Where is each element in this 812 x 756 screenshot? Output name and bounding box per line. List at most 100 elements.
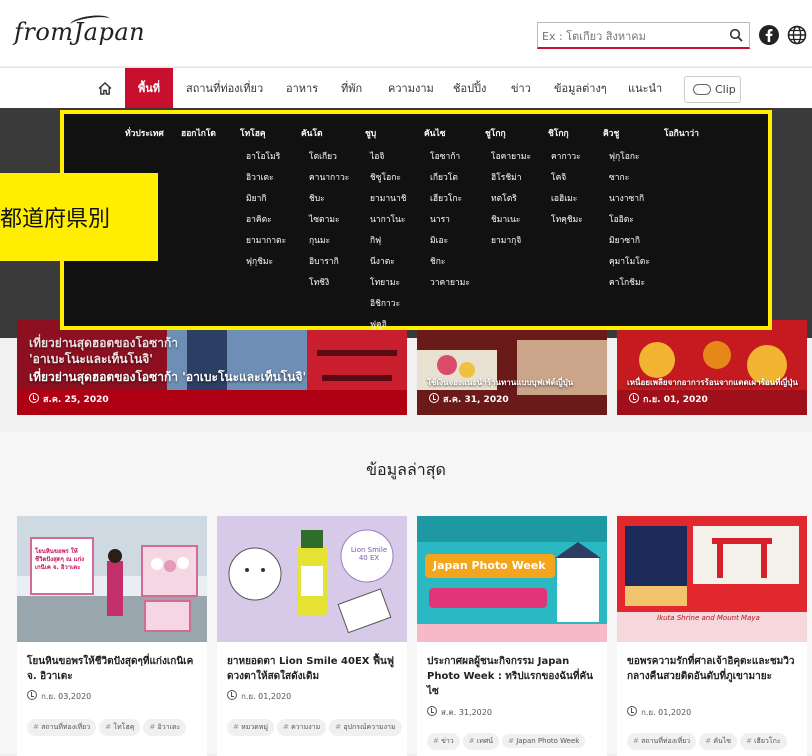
- article-card-4[interactable]: Ikuta Shrine and Mount Maya ขอพรความรักท…: [617, 516, 807, 756]
- region-item[interactable]: ยามากาตะ: [246, 233, 286, 247]
- region-item[interactable]: โทยามะ: [370, 275, 400, 289]
- nav-item-food[interactable]: อาหาร: [286, 68, 318, 109]
- nav-item-area[interactable]: พื้นที่: [125, 68, 173, 109]
- region-item[interactable]: วาคายามะ: [430, 275, 470, 289]
- region-item[interactable]: โคจิ: [551, 170, 566, 184]
- region-item[interactable]: ฟุกุโอกะ: [609, 149, 640, 163]
- region-item[interactable]: นากาโนะ: [370, 212, 405, 226]
- tag-chip[interactable]: อุปกรณ์ความงาม: [329, 719, 402, 736]
- region-item[interactable]: ชิมาเนะ: [491, 212, 520, 226]
- tag-chip[interactable]: โทโฮคุ: [99, 719, 141, 736]
- article-title-2[interactable]: ยาหยอดตา Lion Smile 40EX ฟื้นฟูดวงตาให้ส…: [227, 654, 399, 684]
- region-item[interactable]: นารา: [430, 212, 450, 226]
- region-item[interactable]: ฟุคุอิ: [370, 317, 387, 331]
- region-item[interactable]: มิยาซากิ: [609, 233, 640, 247]
- region-item[interactable]: นางาซากิ: [609, 191, 644, 205]
- region-item[interactable]: โออิตะ: [609, 212, 634, 226]
- article-card-2[interactable]: Lion Smile 40 EX ยาหยอดตา Lion Smile 40E…: [217, 516, 407, 756]
- article-card-1[interactable]: โยนหินขอพร ให้ชีวิตปังสุดๆ ณ แก่งเกนิเค …: [17, 516, 207, 756]
- region-item[interactable]: คากาวะ: [551, 149, 581, 163]
- region-item[interactable]: ยามานาชิ: [370, 191, 406, 205]
- nav-item-attractions[interactable]: สถานที่ท่องเที่ยว: [186, 68, 263, 109]
- region-head-kanto[interactable]: คันโต: [301, 126, 323, 140]
- region-item[interactable]: อาโอโมริ: [246, 149, 280, 163]
- tag-chip[interactable]: ข่าว: [427, 733, 460, 750]
- search-icon[interactable]: [729, 28, 743, 42]
- region-head-kansai[interactable]: คันไซ: [424, 126, 446, 140]
- region-item[interactable]: มิเอะ: [430, 233, 448, 247]
- region-head-shikoku[interactable]: ชิโกกุ: [548, 126, 569, 140]
- nav-item-recommend[interactable]: แนะนำ: [628, 68, 662, 109]
- region-item[interactable]: ฟุกุชิมะ: [246, 254, 273, 268]
- article-title-4[interactable]: ขอพรความรักที่ศาลเจ้าอิคุตะและชมวิวกลางค…: [627, 654, 799, 684]
- region-item[interactable]: ชิกะ: [430, 254, 445, 268]
- region-item[interactable]: คุมาโมโตะ: [609, 254, 650, 268]
- article-title-1[interactable]: โยนหินขอพรให้ชีวิตปังสุดๆที่แก่งเกนิเค จ…: [27, 654, 199, 684]
- region-item[interactable]: คาโกชิมะ: [609, 275, 645, 289]
- tag-chip[interactable]: Japan Photo Week: [502, 734, 586, 748]
- clip-button[interactable]: Clip: [684, 76, 741, 103]
- region-head-kyushu[interactable]: คิวชู: [603, 126, 619, 140]
- tag-chip[interactable]: เฮียวโกะ: [740, 733, 787, 750]
- region-item[interactable]: ชิบะ: [309, 191, 325, 205]
- tag-chip[interactable]: สถานที่ท่องเที่ยว: [627, 733, 697, 750]
- nav-item-news[interactable]: ข่าว: [511, 68, 531, 109]
- region-item[interactable]: ทตโตริ: [491, 191, 517, 205]
- region-item[interactable]: เอฮิเมะ: [551, 191, 577, 205]
- region-item[interactable]: กุนมะ: [309, 233, 330, 247]
- region-item[interactable]: อิวาเตะ: [246, 170, 274, 184]
- region-item[interactable]: ยามากุจิ: [491, 233, 521, 247]
- article-image-4: [617, 516, 807, 642]
- article-card-3[interactable]: Japan Photo Week ประกาศผลผู้ชนะกิจกรรม J…: [417, 516, 607, 756]
- facebook-icon[interactable]: [758, 24, 780, 46]
- region-item[interactable]: กิฟุ: [370, 233, 381, 247]
- region-item[interactable]: โอซาก้า: [430, 149, 460, 163]
- region-item[interactable]: อิบารากิ: [309, 254, 339, 268]
- region-item[interactable]: เกียวโต: [430, 170, 458, 184]
- region-head-okinawa[interactable]: โอกินาว่า: [664, 126, 699, 140]
- region-item[interactable]: มิยากิ: [246, 191, 267, 205]
- search-box[interactable]: [537, 22, 750, 49]
- region-head-nationwide[interactable]: ทั่วประเทศ: [125, 126, 164, 140]
- article-tags-1: สถานที่ท่องเที่ยวโทโฮคุอิวาเตะ: [27, 714, 207, 740]
- region-item[interactable]: ชิซูโอกะ: [370, 170, 401, 184]
- featured-card-1[interactable]: เที่ยวย่านสุดฮอตของโอซาก้า 'อาเบะโนะและเ…: [17, 320, 407, 415]
- region-annotation-label: 都道府県別: [0, 173, 158, 261]
- region-item[interactable]: โทชิงิ: [309, 275, 329, 289]
- region-item[interactable]: ซากะ: [609, 170, 629, 184]
- nav-item-shopping[interactable]: ช้อปปิ้ง: [453, 68, 486, 109]
- nav-item-accommodation[interactable]: ที่พัก: [341, 68, 362, 109]
- site-header: fromJapan: [0, 0, 812, 66]
- region-item[interactable]: คานากาวะ: [309, 170, 349, 184]
- article-title-3[interactable]: ประกาศผลผู้ชนะกิจกรรม Japan Photo Week :…: [427, 654, 599, 699]
- tag-chip[interactable]: สถานที่ท่องเที่ยว: [27, 719, 97, 736]
- tag-chip[interactable]: อิวาเตะ: [143, 719, 187, 736]
- tag-chip[interactable]: ความงาม: [277, 719, 327, 736]
- region-item[interactable]: ฮิโรชิม่า: [491, 170, 521, 184]
- region-item[interactable]: โอคายามะ: [491, 149, 531, 163]
- tag-chip[interactable]: หมวดหมู่: [227, 719, 275, 736]
- region-head-tohoku[interactable]: โทโฮคุ: [240, 126, 266, 140]
- featured-card-3[interactable]: เหนื่อยเพลียจากอาการร้อนจากแดดเผาร้อนที่…: [617, 320, 807, 415]
- region-item[interactable]: ไอจิ: [370, 149, 384, 163]
- region-item[interactable]: ไซตามะ: [309, 212, 340, 226]
- nav-item-beauty[interactable]: ความงาม: [388, 68, 434, 109]
- search-input[interactable]: [542, 27, 722, 45]
- globe-icon[interactable]: [786, 24, 808, 46]
- tag-chip[interactable]: เทศน์: [462, 733, 500, 750]
- nav-item-info[interactable]: ข้อมูลต่างๆ: [554, 68, 607, 109]
- region-item[interactable]: โตเกียว: [309, 149, 337, 163]
- region-item[interactable]: อิชิกาวะ: [370, 296, 400, 310]
- clock-icon: [629, 393, 639, 403]
- region-item[interactable]: อาคิตะ: [246, 212, 272, 226]
- region-item[interactable]: เฮียวโกะ: [430, 191, 462, 205]
- region-item[interactable]: นีงาตะ: [370, 254, 395, 268]
- region-head-chugoku[interactable]: ชูโกกุ: [485, 126, 506, 140]
- region-dropdown: ทั่วประเทศ ฮอกไกโด โทโฮคุ อาโอโมริ อิวาเ…: [60, 110, 772, 330]
- featured-card-2[interactable]: ใช้เงินจองแนะนำร้านทานแบบบุฟเฟ่ต์ญี่ปุ่น…: [417, 320, 607, 415]
- home-icon[interactable]: [98, 82, 112, 95]
- region-head-hokkaido[interactable]: ฮอกไกโด: [181, 126, 216, 140]
- tag-chip[interactable]: คันไซ: [699, 733, 738, 750]
- region-head-chubu[interactable]: ชูบุ: [365, 126, 376, 140]
- region-item[interactable]: โทคุชิมะ: [551, 212, 583, 226]
